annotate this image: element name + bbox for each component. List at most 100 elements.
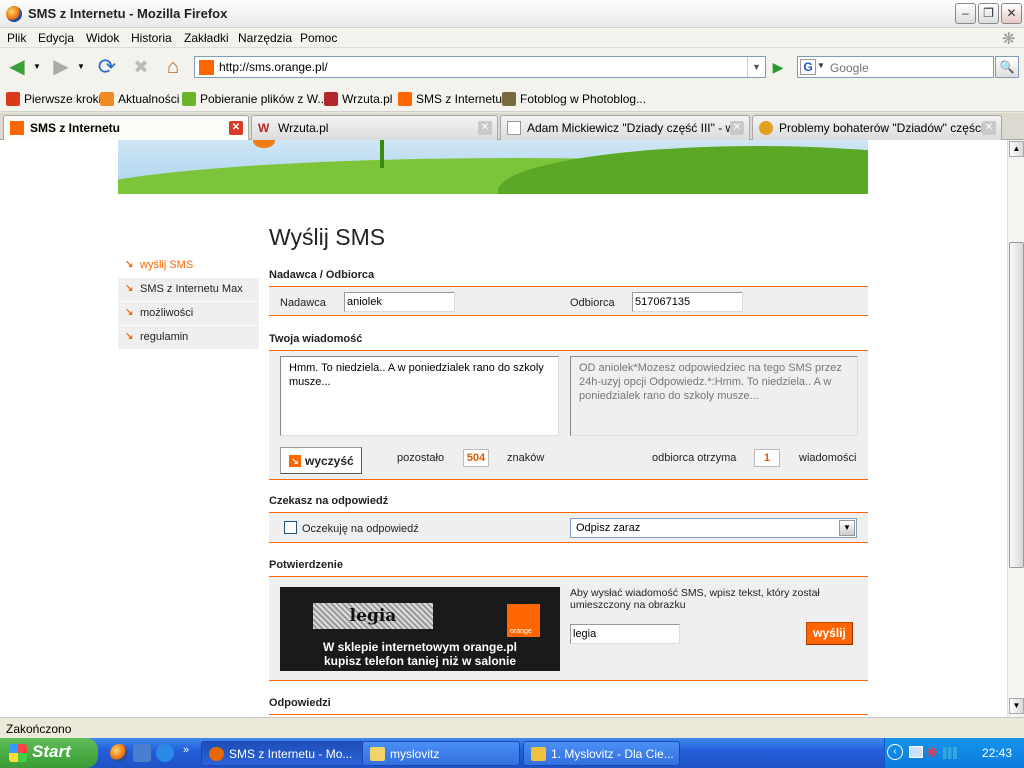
reply-option-value: Odpisz zaraz [576, 522, 641, 534]
back-icon[interactable]: ◀ [4, 54, 30, 80]
maximize-button[interactable]: ❐ [978, 3, 999, 24]
vertical-scrollbar[interactable]: ▲ ▼ [1007, 140, 1024, 717]
forward-icon[interactable]: ▶ [48, 54, 74, 80]
url-input[interactable] [219, 59, 739, 75]
ie-quicklaunch-icon[interactable] [156, 744, 174, 762]
search-bar[interactable]: G ▼ [797, 56, 994, 78]
taskbar-item-firefox[interactable]: SMS z Internetu - Mo... [201, 741, 364, 766]
network-icon[interactable] [909, 746, 923, 758]
menu-view[interactable]: Widok [86, 31, 119, 45]
await-reply-checkbox[interactable] [284, 521, 297, 534]
bookmark-sms[interactable]: SMS z Internetu [398, 92, 502, 106]
tab-wrzuta[interactable]: W Wrzuta.pl ✕ [251, 115, 498, 140]
bookmarks-toolbar: Pierwsze kroki Aktualności Pobieranie pl… [0, 86, 1024, 112]
security-alert-icon[interactable]: ❋ [926, 744, 938, 761]
stop-icon[interactable]: ✖ [128, 54, 154, 80]
site-icon [759, 121, 773, 135]
bookmark-wrzuta[interactable]: Wrzuta.pl [324, 92, 392, 106]
messages-label: wiadomości [799, 452, 857, 464]
close-tab-icon[interactable]: ✕ [982, 121, 996, 135]
sidebar-item-sms-max[interactable]: ↘ SMS z Internetu Max [118, 278, 259, 301]
reload-icon[interactable]: ⟳ [94, 54, 120, 80]
close-tab-icon[interactable]: ✕ [478, 121, 492, 135]
section-heading-replies: Odpowiedzi [269, 697, 331, 709]
bookmark-downloads[interactable]: Pobieranie plików z W... [182, 92, 327, 106]
desktop-quicklaunch-icon[interactable] [133, 744, 151, 762]
orange-logo: orange [507, 604, 540, 637]
recipient-input[interactable] [632, 292, 743, 312]
rss-icon [100, 92, 114, 106]
message-textarea[interactable]: Hmm. To niedziela.. A w poniedzialek ran… [280, 356, 559, 436]
forward-dropdown-icon[interactable]: ▼ [76, 54, 86, 80]
remaining-count: 504 [463, 449, 489, 467]
menu-edit[interactable]: Edycja [38, 31, 74, 45]
arrow-icon: ↘ [289, 455, 301, 467]
scrollbar-thumb[interactable] [1009, 242, 1024, 568]
url-dropdown-icon[interactable]: ▼ [747, 57, 765, 77]
minimize-button[interactable]: – [955, 3, 976, 24]
taskbar-item-folder[interactable]: myslovitz [362, 741, 520, 766]
captcha-instruction: Aby wysłać wiadomość SMS, wpisz tekst, k… [570, 587, 820, 611]
system-tray: ‹ ❋ 22:43 [884, 738, 1024, 768]
reply-option-select[interactable]: Odpisz zaraz ▼ [570, 518, 857, 538]
menu-history[interactable]: Historia [131, 31, 172, 45]
site-favicon [199, 60, 214, 75]
search-go-icon[interactable]: 🔍 [995, 56, 1019, 78]
bookmark-photoblog[interactable]: Fotoblog w Photoblog... [502, 92, 646, 106]
signal-icon[interactable] [943, 747, 957, 759]
address-bar[interactable]: ▼ [194, 56, 766, 78]
tab-sms[interactable]: SMS z Internetu ✕ [3, 115, 249, 141]
back-dropdown-icon[interactable]: ▼ [32, 54, 42, 80]
scroll-down-icon[interactable]: ▼ [1009, 698, 1024, 714]
close-tab-icon[interactable]: ✕ [229, 121, 243, 135]
bookmark-first-steps[interactable]: Pierwsze kroki [6, 92, 101, 106]
arrow-icon: ↘ [125, 307, 134, 318]
receives-label: odbiorca otrzyma [652, 452, 737, 464]
close-button[interactable]: ✕ [1001, 3, 1022, 24]
sender-input[interactable] [344, 292, 455, 312]
go-icon[interactable]: ▶ [768, 57, 788, 77]
clear-button[interactable]: ↘ wyczyść [280, 447, 362, 474]
captcha-input[interactable] [570, 624, 680, 644]
page-title: Wyślij SMS [269, 224, 386, 250]
recipient-label: Odbiorca [570, 297, 615, 309]
send-button[interactable]: wyślij [806, 622, 853, 645]
start-button[interactable]: Start [0, 738, 98, 768]
home-icon[interactable]: ⌂ [160, 54, 186, 80]
sidebar-item-send-sms[interactable]: ↘ wyślij SMS [118, 254, 259, 277]
close-tab-icon[interactable]: ✕ [730, 121, 744, 135]
quicklaunch-more-icon[interactable]: » [183, 744, 189, 756]
taskbar-item-player[interactable]: 1. Myslovitz - Dla Cie... [523, 741, 680, 766]
sidebar-item-terms[interactable]: ↘ regulamin [118, 326, 259, 349]
sidebar-item-features[interactable]: ↘ możliwości [118, 302, 259, 325]
menu-help[interactable]: Pomoc [300, 31, 337, 45]
section-heading-confirmation: Potwierdzenie [269, 559, 343, 571]
arrow-icon: ↘ [125, 331, 134, 342]
tab-bar: SMS z Internetu ✕ W Wrzuta.pl ✕ Adam Mic… [0, 113, 1024, 241]
tray-expand-icon[interactable]: ‹ [887, 744, 903, 760]
scroll-up-icon[interactable]: ▲ [1009, 141, 1024, 157]
tab-dziady[interactable]: Adam Mickiewicz "Dziady część III" - w..… [500, 115, 750, 140]
search-input[interactable] [830, 60, 990, 75]
menu-bookmarks[interactable]: Zakładki [184, 31, 229, 45]
firefox-icon [6, 6, 22, 22]
wrzuta-icon [324, 92, 338, 106]
arrow-icon: ↘ [125, 283, 134, 294]
tab-problemy[interactable]: Problemy bohaterów "Dziadów" części ... … [752, 115, 1002, 140]
captcha-image: legia orange W sklepie internetowym oran… [280, 587, 560, 671]
bookmark-news[interactable]: Aktualności [100, 92, 179, 106]
chevron-down-icon[interactable]: ▼ [839, 520, 855, 536]
page-content: Wyślij SMS ↘ wyślij SMS ↘ SMS z Internetu … [0, 140, 1007, 717]
promo-line-2: kupisz telefon taniej niż w salonie [323, 654, 517, 668]
arrow-icon: ↘ [125, 259, 134, 270]
search-engine-dropdown-icon[interactable]: ▼ [817, 61, 825, 70]
banner-image [118, 140, 868, 194]
await-reply-label: Oczekuję na odpowiedź [302, 523, 419, 535]
menu-file[interactable]: Plik [7, 31, 26, 45]
google-icon[interactable]: G [800, 59, 816, 75]
sender-label: Nadawca [280, 297, 326, 309]
firefox-quicklaunch-icon[interactable] [110, 744, 128, 762]
message-preview: OD aniolek*Mozesz odpowiedziec na tego S… [570, 356, 858, 436]
section-heading-sender: Nadawca / Odbiorca [269, 269, 375, 281]
menu-tools[interactable]: Narzędzia [238, 31, 292, 45]
